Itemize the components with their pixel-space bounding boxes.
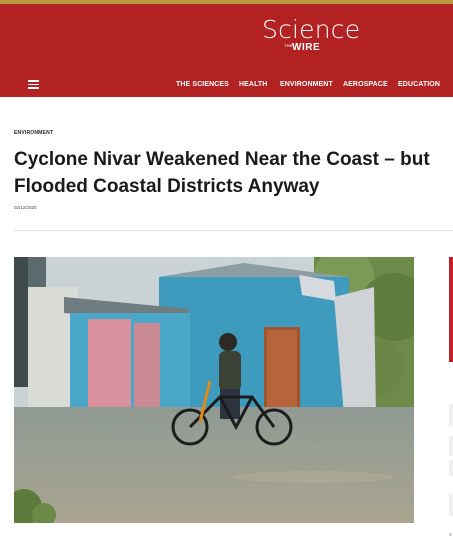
logo-wire-text: WIRE [292,42,321,53]
article-title: Cyclone Nivar Weakened Near the Coast – … [14,149,430,197]
nav-item-aerospace[interactable]: AEROSPACE [343,80,388,89]
sidebar-placeholder [449,460,453,476]
article-date: 02/12/2020 [14,205,37,210]
sidebar-dot-icon [449,533,452,536]
sidebar-placeholder [449,436,453,456]
sidebar-placeholder [449,494,453,516]
header-divider [14,230,453,231]
logo-science-text: Science [262,15,361,44]
nav-item-the-sciences[interactable]: THE SCIENCES [176,80,229,89]
sidebar-ad-strip [449,257,453,362]
nav-item-environment[interactable]: ENVIRONMENT [280,80,333,89]
site-header: Science THE WIRE THE SCIENCES HEALTH ENV… [0,4,453,97]
hamburger-menu-icon[interactable] [28,80,39,89]
sidebar-placeholder [449,404,453,426]
article-hero-image [14,257,414,523]
nav-item-health[interactable]: HEALTH [239,80,267,89]
nav-item-education[interactable]: EDUCATION [398,80,440,89]
article-category[interactable]: ENVIRONMENT [14,130,53,136]
site-logo[interactable]: Science THE WIRE [262,16,372,60]
